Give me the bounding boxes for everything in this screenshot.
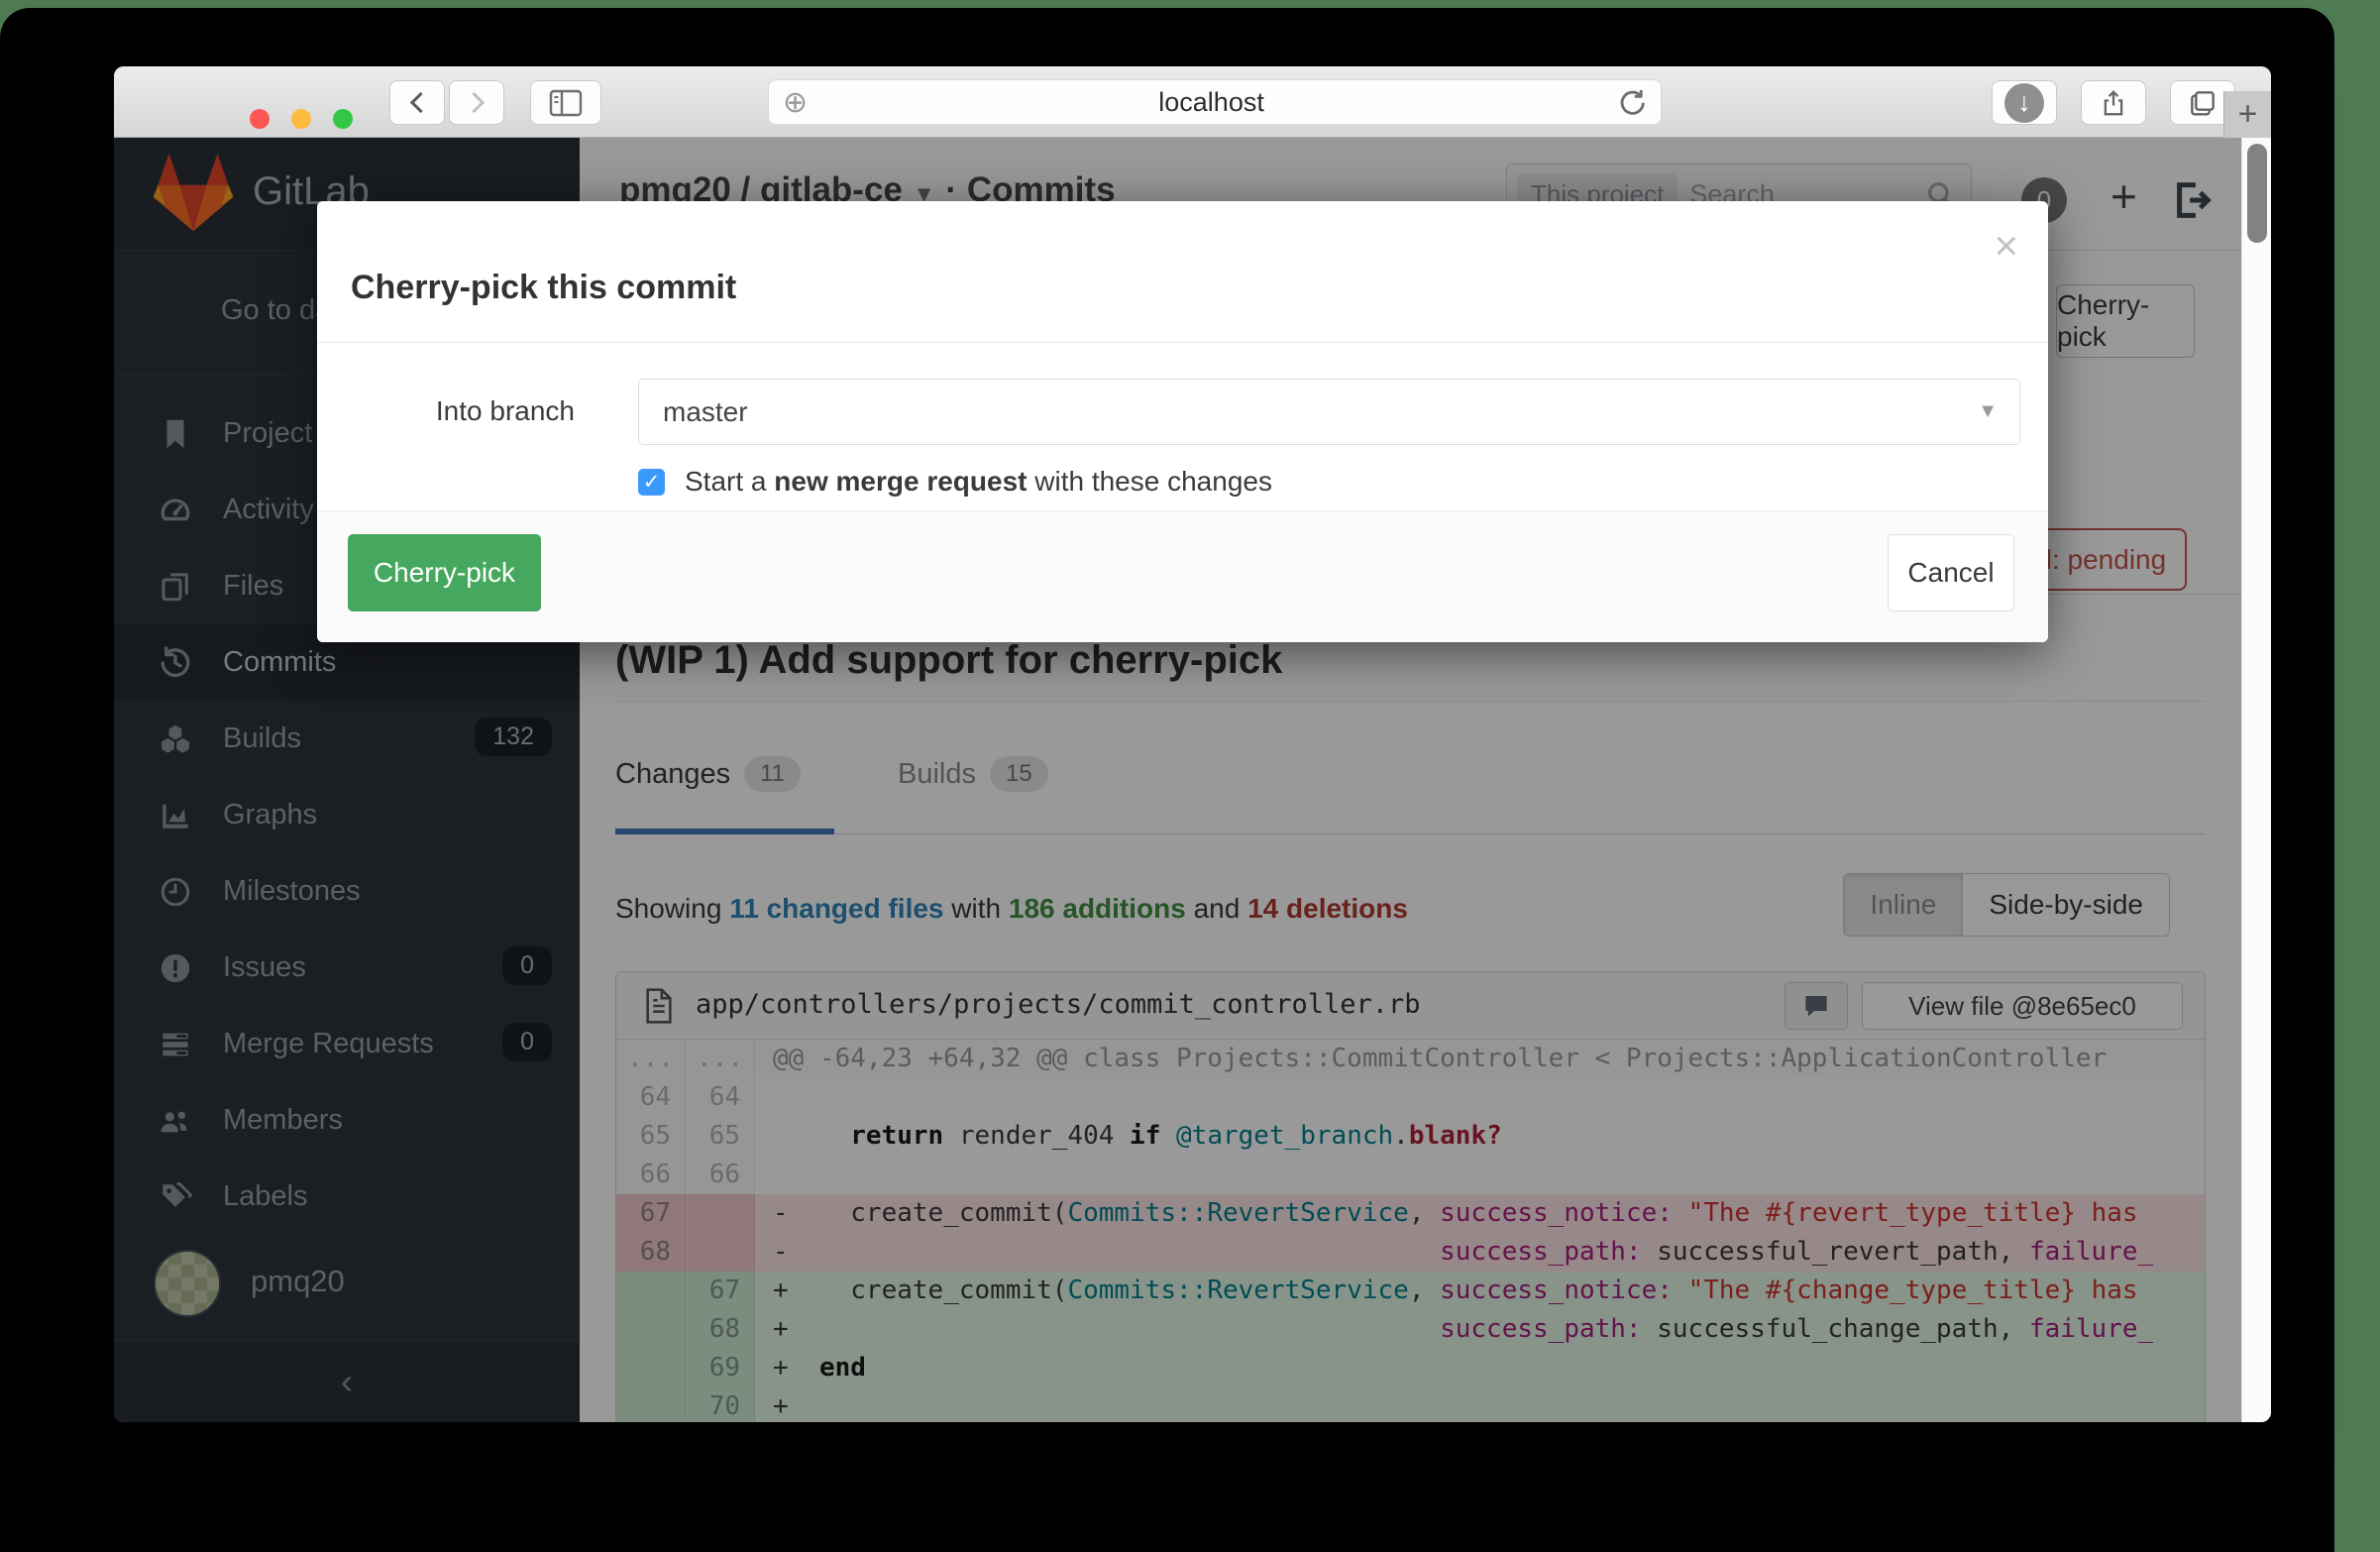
reload-icon[interactable] bbox=[1615, 85, 1649, 119]
new-tab-button[interactable]: + bbox=[2223, 91, 2271, 138]
share-icon bbox=[2099, 86, 2128, 120]
reader-icon[interactable]: ⊕ bbox=[783, 85, 808, 120]
cancel-button[interactable]: Cancel bbox=[1888, 534, 2014, 611]
modal-title: Cherry-pick this commit bbox=[351, 269, 736, 307]
forward-icon bbox=[463, 92, 484, 113]
download-icon: ↓ bbox=[2004, 83, 2044, 123]
address-bar[interactable]: ⊕ localhost bbox=[768, 79, 1662, 125]
back-icon bbox=[409, 92, 430, 113]
scrollbar-thumb[interactable] bbox=[2247, 144, 2267, 243]
branch-select-value: master bbox=[663, 396, 1978, 428]
select-caret-icon: ▼ bbox=[1978, 400, 1998, 423]
forward-button[interactable] bbox=[449, 80, 504, 125]
downloads-button[interactable]: ↓ bbox=[1992, 80, 2057, 125]
zoom-window-button[interactable] bbox=[333, 109, 353, 129]
minimize-window-button[interactable] bbox=[291, 109, 311, 129]
sidebar-toggle-button[interactable] bbox=[530, 80, 601, 125]
close-window-button[interactable] bbox=[250, 109, 270, 129]
share-button[interactable] bbox=[2081, 80, 2146, 125]
close-icon[interactable]: × bbox=[1994, 225, 2018, 267]
merge-request-checkbox-label[interactable]: Start a new merge request with these cha… bbox=[685, 466, 1272, 498]
browser-window: ⊕ localhost ↓ + bbox=[114, 66, 2271, 1422]
cherry-pick-modal: Cherry-pick this commit × Into branch ma… bbox=[317, 201, 2048, 642]
modal-footer: Cherry-pick Cancel bbox=[317, 510, 2048, 642]
browser-titlebar: ⊕ localhost ↓ + bbox=[114, 66, 2271, 138]
branch-select[interactable]: master ▼ bbox=[638, 379, 2020, 445]
merge-request-checkbox-row: ✓ Start a new merge request with these c… bbox=[638, 465, 1272, 499]
back-button[interactable] bbox=[389, 80, 445, 125]
tabs-icon bbox=[2187, 87, 2218, 119]
merge-request-checkbox[interactable]: ✓ bbox=[638, 469, 665, 496]
sidebar-icon bbox=[549, 89, 583, 117]
cherry-pick-confirm-button[interactable]: Cherry-pick bbox=[348, 534, 541, 611]
page-scrollbar[interactable] bbox=[2241, 138, 2271, 1422]
modal-header: Cherry-pick this commit × bbox=[317, 201, 2048, 343]
url-text: localhost bbox=[808, 87, 1615, 118]
into-branch-label: Into branch bbox=[317, 395, 575, 427]
